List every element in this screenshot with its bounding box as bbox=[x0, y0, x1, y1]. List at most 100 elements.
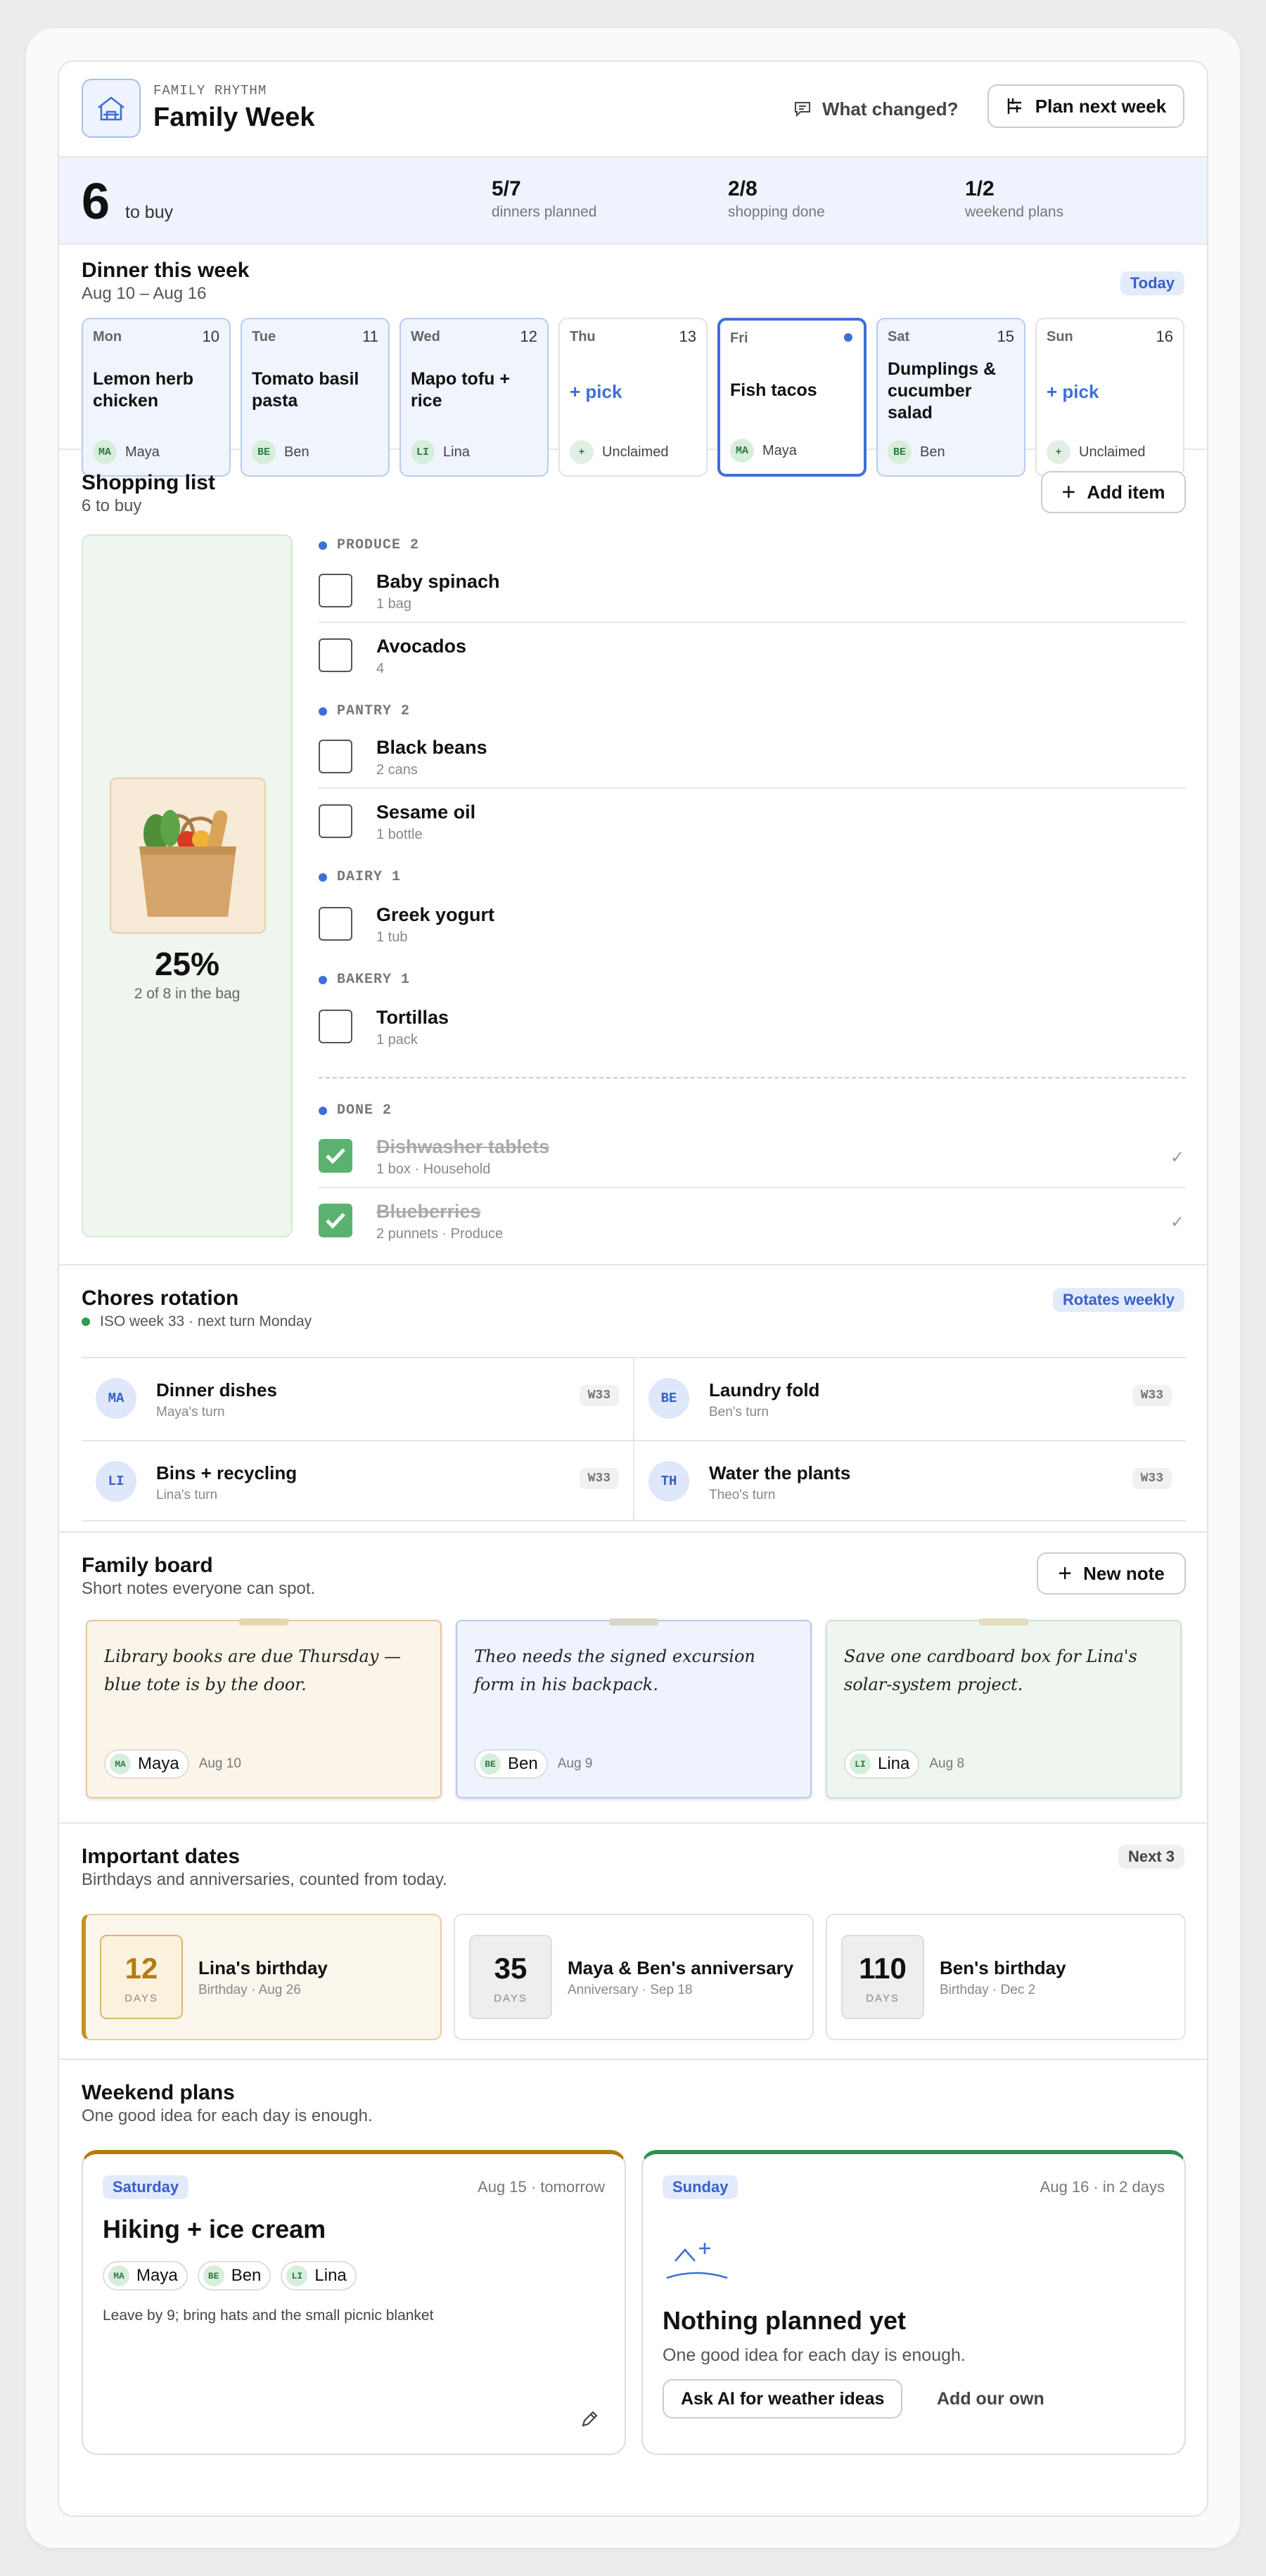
group-pantry: PANTRY 2 bbox=[319, 703, 410, 719]
days-unit: DAYS bbox=[494, 1992, 528, 2004]
day-name: Fri bbox=[730, 330, 748, 346]
chores-grid: MA Dinner dishes Maya's turn W33 BE Laun… bbox=[82, 1357, 1186, 1521]
plan-next-week-button[interactable]: Plan next week bbox=[987, 84, 1184, 128]
days-unit: DAYS bbox=[866, 1992, 900, 2004]
group-label: BAKERY 1 bbox=[337, 972, 411, 988]
item-qty: 1 pack bbox=[376, 1032, 418, 1048]
days-unit: DAYS bbox=[124, 1992, 158, 2004]
chore-turn: Ben's turn bbox=[709, 1405, 769, 1419]
note-date: Aug 10 bbox=[198, 1756, 241, 1771]
calendar-grid-icon bbox=[1007, 98, 1021, 114]
author-tag: LI Lina bbox=[844, 1749, 920, 1779]
stat-label: shopping done bbox=[728, 204, 825, 220]
add-item-button[interactable]: + Add item bbox=[1041, 471, 1186, 513]
group-produce: PRODUCE 2 bbox=[319, 537, 419, 553]
chore-row[interactable]: BE Laundry fold Ben's turn W33 bbox=[634, 1358, 1186, 1440]
date-card[interactable]: 12 DAYS Lina's birthday Birthday · Aug 26 bbox=[82, 1914, 442, 2040]
group-done: DONE 2 bbox=[319, 1102, 392, 1119]
what-changed-label: What changed? bbox=[822, 98, 959, 120]
item-checkbox[interactable] bbox=[319, 804, 352, 838]
stat-value: 5/7 bbox=[492, 177, 521, 200]
item-checkbox[interactable] bbox=[319, 574, 352, 607]
group-dot bbox=[319, 1106, 327, 1115]
progress-caption: 2 of 8 in the bag bbox=[134, 986, 241, 1002]
item-name: Avocados bbox=[376, 636, 467, 657]
note-card[interactable]: Theo needs the signed excursion form in … bbox=[456, 1618, 812, 1798]
dates-title: Important dates bbox=[82, 1845, 241, 1868]
progress-panel: 25% 2 of 8 in the bag bbox=[82, 534, 293, 1237]
note-text: Theo needs the signed excursion form in … bbox=[474, 1647, 755, 1694]
note-date: Aug 9 bbox=[557, 1756, 593, 1771]
item-qty: 1 tub bbox=[376, 929, 408, 945]
item-checkbox[interactable] bbox=[319, 638, 352, 672]
item-checkbox-checked[interactable] bbox=[319, 1139, 352, 1173]
days-counter: 12 DAYS bbox=[100, 1935, 183, 2019]
group-dot bbox=[319, 707, 327, 716]
chores-title: Chores rotation bbox=[82, 1287, 239, 1310]
avatar: LI bbox=[850, 1753, 871, 1775]
item-qty: 1 box · Household bbox=[376, 1161, 491, 1177]
stat-label: weekend plans bbox=[965, 204, 1064, 220]
meal-name: Lemon herb chicken bbox=[93, 369, 194, 411]
date-card[interactable]: 35 DAYS Maya & Ben's anniversary Annivers… bbox=[454, 1914, 814, 2040]
saturday-plan-card[interactable]: Saturday Aug 15 · tomorrow Hiking + ice … bbox=[82, 2150, 626, 2455]
ask-ai-button[interactable]: Ask AI for weather ideas bbox=[663, 2379, 903, 2419]
item-checkbox-checked[interactable] bbox=[319, 1204, 352, 1237]
chore-turn: Theo's turn bbox=[709, 1488, 776, 1502]
family-board-section: Family board Short notes everyone can sp… bbox=[59, 1533, 1207, 1824]
group-label: DAIRY 1 bbox=[337, 869, 402, 885]
dates-subtitle: Birthdays and anniversaries, counted fro… bbox=[82, 1870, 447, 1889]
edit-pencil-icon[interactable] bbox=[580, 2409, 599, 2433]
date-label: Ben's birthday bbox=[940, 1957, 1066, 1978]
chores-status: ISO week 33 · next turn Monday bbox=[82, 1313, 312, 1330]
dinner-section: Dinner this week Aug 10 – Aug 16 Today M… bbox=[59, 245, 1207, 477]
avatar: LI bbox=[286, 2265, 308, 2286]
days-number: 12 bbox=[124, 1952, 158, 1985]
item-name: Baby spinach bbox=[376, 571, 500, 592]
what-changed-link[interactable]: What changed? bbox=[794, 93, 959, 125]
grocery-bag-icon bbox=[110, 778, 266, 934]
weekend-title: Weekend plans bbox=[82, 2081, 235, 2104]
chore-row[interactable]: MA Dinner dishes Maya's turn W33 bbox=[82, 1358, 633, 1440]
sunday-plan-card[interactable]: Sunday Aug 16 · in 2 days Nothing planne… bbox=[641, 2150, 1186, 2455]
author-name: Maya bbox=[138, 1754, 179, 1773]
item-name: Sesame oil bbox=[376, 801, 476, 823]
person-tag: MA Maya bbox=[103, 2261, 188, 2291]
pick-meal-link[interactable]: + pick bbox=[570, 381, 622, 403]
item-checkbox[interactable] bbox=[319, 907, 352, 941]
weekend-subtitle: One good idea for each day is enough. bbox=[82, 2106, 373, 2125]
item-name: Dishwasher tablets bbox=[376, 1136, 550, 1157]
group-label: PRODUCE 2 bbox=[337, 537, 420, 553]
date-card[interactable]: 110 DAYS Ben's birthday Birthday · Dec 2 bbox=[826, 1914, 1186, 2040]
chore-name: Laundry fold bbox=[709, 1379, 820, 1400]
meal-name: Mapo tofu + rice bbox=[411, 369, 510, 411]
person-tag: LI Lina bbox=[281, 2261, 357, 2291]
note-card[interactable]: Library books are due Thursday — blue to… bbox=[86, 1618, 442, 1798]
note-author: LI Lina Aug 8 bbox=[844, 1749, 964, 1779]
days-number: 110 bbox=[859, 1952, 907, 1985]
empty-subtitle: One good idea for each day is enough. bbox=[663, 2345, 966, 2365]
item-checkbox[interactable] bbox=[319, 1010, 352, 1043]
new-note-button[interactable]: + New note bbox=[1037, 1552, 1186, 1595]
chore-row[interactable]: TH Water the plants Theo's turn W33 bbox=[634, 1441, 1186, 1523]
day-date: 16 bbox=[1156, 328, 1173, 345]
day-date: 13 bbox=[679, 328, 696, 345]
plan-note: Leave by 9; bring hats and the small pic… bbox=[103, 2307, 434, 2324]
main-card: FAMILY RHYTHM Family Week What changed? … bbox=[58, 60, 1208, 2517]
author-tag: MA Maya bbox=[104, 1749, 189, 1779]
item-checkbox[interactable] bbox=[319, 740, 352, 773]
chore-row[interactable]: LI Bins + recycling Lina's turn W33 bbox=[82, 1441, 633, 1523]
item-qty: 2 punnets · Produce bbox=[376, 1226, 504, 1242]
today-pill[interactable]: Today bbox=[1120, 271, 1184, 295]
note-card[interactable]: Save one cardboard box for Lina's solar-… bbox=[826, 1618, 1182, 1798]
pick-meal-link[interactable]: + pick bbox=[1047, 381, 1099, 403]
note-text: Library books are due Thursday — blue to… bbox=[104, 1647, 402, 1694]
tape-strip bbox=[239, 1618, 288, 1625]
avatar: MA bbox=[110, 1753, 131, 1775]
add-our-own-button[interactable]: Add our own bbox=[937, 2389, 1044, 2409]
week-badge: W33 bbox=[579, 1468, 619, 1489]
list-item-done: Blueberries 2 punnets · Produce ✓ bbox=[319, 1190, 1186, 1253]
person-tag: BE Ben bbox=[197, 2261, 271, 2291]
stats-bar: 6 to buy 5/7 dinners planned 2/8 shoppin… bbox=[59, 157, 1207, 245]
item-qty: 1 bag bbox=[376, 596, 412, 612]
